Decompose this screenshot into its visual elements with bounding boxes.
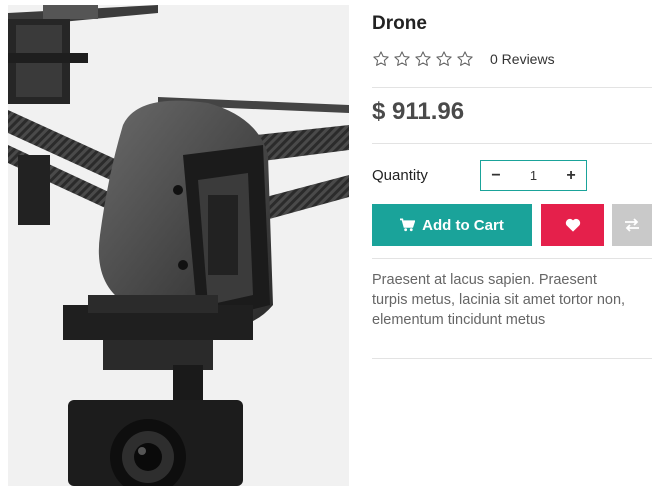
divider: [372, 143, 652, 144]
quantity-label: Quantity: [372, 167, 428, 184]
quantity-increase-button[interactable]: +: [564, 167, 578, 184]
drone-image: [8, 5, 349, 486]
quantity-decrease-button[interactable]: −: [489, 167, 503, 184]
quantity-stepper: − +: [480, 160, 587, 191]
wishlist-button[interactable]: [541, 204, 604, 246]
divider: [372, 87, 652, 88]
star-outline-icon: [436, 51, 452, 66]
product-image[interactable]: [8, 5, 349, 486]
product-description: Praesent at lacus sapien. Praesent turpi…: [372, 272, 626, 328]
divider: [372, 258, 652, 259]
product-title: Drone: [372, 13, 427, 34]
product-price: $ 911.96: [372, 98, 465, 125]
star-outline-icon: [457, 51, 473, 66]
star-outline-icon: [415, 51, 431, 66]
compare-arrows-icon: [625, 218, 639, 232]
heart-icon: [565, 218, 580, 232]
shopping-cart-icon: [400, 218, 416, 232]
rating: 0 Reviews: [372, 50, 555, 68]
divider: [372, 358, 652, 359]
compare-button[interactable]: [612, 204, 652, 246]
star-rating[interactable]: [372, 50, 474, 68]
quantity-input[interactable]: [513, 168, 554, 183]
add-to-cart-button[interactable]: Add to Cart: [372, 204, 532, 246]
reviews-link[interactable]: 0 Reviews: [490, 51, 555, 67]
star-outline-icon: [373, 51, 389, 66]
add-to-cart-label: Add to Cart: [422, 216, 504, 234]
star-outline-icon: [394, 51, 410, 66]
